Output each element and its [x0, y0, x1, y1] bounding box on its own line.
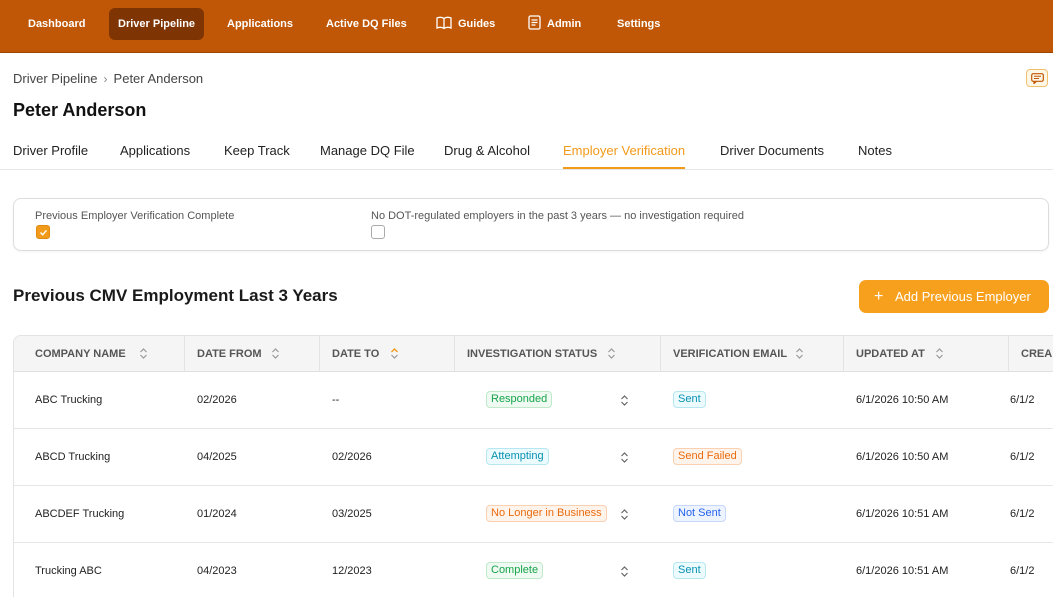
nav-driver-pipeline[interactable]: Driver Pipeline [109, 8, 205, 40]
column-label: INVESTIGATION STATUS [467, 348, 598, 360]
cell-date-from: 04/2023 [197, 565, 237, 577]
tab-manage-dq-file[interactable]: Manage DQ File [320, 143, 415, 169]
status-select-icon[interactable] [620, 508, 629, 521]
no-dot-employers-checkbox[interactable] [371, 225, 385, 239]
column-label: DATE FROM [197, 348, 262, 360]
sort-icon[interactable] [607, 347, 616, 360]
nav-admin[interactable]: Admin [528, 8, 581, 40]
breadcrumb-separator: › [103, 72, 108, 86]
column-updated-at[interactable]: UPDATED AT [844, 336, 1009, 372]
nav-settings[interactable]: Settings [617, 8, 660, 40]
cell-updated-at: 6/1/2026 10:51 AM [856, 508, 949, 520]
tab-keep-track[interactable]: Keep Track [224, 143, 290, 169]
column-company-name[interactable]: COMPANY NAME [14, 336, 185, 372]
sort-icon[interactable] [795, 347, 804, 360]
column-verification-email[interactable]: VERIFICATION EMAIL [661, 336, 844, 372]
cell-updated-at: 6/1/2026 10:51 AM [856, 565, 949, 577]
cell-date-to: -- [332, 394, 340, 406]
email-badge: Send Failed [673, 448, 742, 465]
cell-created-at: 6/1/2 [1010, 451, 1035, 463]
cell-date-to: 03/2025 [332, 508, 372, 520]
cell-updated-at: 6/1/2026 10:50 AM [856, 394, 949, 406]
status-badge: Attempting [486, 448, 549, 465]
tab-driver-documents[interactable]: Driver Documents [720, 143, 824, 169]
table-row[interactable]: Trucking ABC 04/2023 12/2023 Complete Se… [14, 543, 1053, 597]
book-icon [436, 16, 452, 30]
breadcrumb: Driver Pipeline › Peter Anderson [13, 71, 203, 86]
tab-notes[interactable]: Notes [858, 143, 892, 169]
sort-icon[interactable] [935, 347, 944, 360]
sort-icon[interactable] [271, 347, 280, 360]
tab-drug-alcohol[interactable]: Drug & Alcohol [444, 143, 530, 169]
nav-guides[interactable]: Guides [436, 8, 495, 40]
column-created-at[interactable]: CREA [1009, 336, 1053, 372]
status-select-icon[interactable] [620, 451, 629, 464]
cell-date-to: 02/2026 [332, 451, 372, 463]
document-icon [528, 15, 541, 30]
tab-applications[interactable]: Applications [120, 143, 190, 169]
cell-updated-at: 6/1/2026 10:50 AM [856, 451, 949, 463]
messages-button[interactable] [1026, 69, 1048, 87]
status-badge: Complete [486, 562, 544, 579]
column-label: UPDATED AT [856, 348, 925, 360]
add-previous-employer-button[interactable]: + Add Previous Employer [859, 280, 1049, 313]
cell-date-from: 04/2025 [197, 451, 237, 463]
add-previous-employer-label: Add Previous Employer [895, 289, 1031, 304]
nav-admin-label: Admin [547, 18, 582, 30]
tabs-divider [0, 169, 1053, 170]
employment-table: COMPANY NAME DATE FROM DATE TO INVESTIGA… [13, 335, 1053, 597]
email-badge: Sent [673, 562, 706, 579]
nav-applications[interactable]: Applications [227, 8, 293, 40]
verification-complete-checkbox[interactable] [36, 225, 50, 239]
breadcrumb-current: Peter Anderson [113, 71, 204, 86]
column-label: VERIFICATION EMAIL [673, 348, 788, 360]
column-investigation-status[interactable]: INVESTIGATION STATUS [455, 336, 661, 372]
tab-driver-profile[interactable]: Driver Profile [13, 143, 88, 169]
cell-date-from: 01/2024 [197, 508, 237, 520]
nav-guides-label: Guides [458, 18, 496, 30]
chat-icon [1031, 73, 1044, 84]
cell-company: ABCDEF Trucking [35, 508, 125, 520]
top-nav: Dashboard Driver Pipeline Applications A… [0, 0, 1053, 53]
status-badge: No Longer in Business [486, 505, 607, 522]
table-row[interactable]: ABCDEF Trucking 01/2024 03/2025 No Longe… [14, 486, 1053, 543]
no-dot-employers-label: No DOT-regulated employers in the past 3… [371, 210, 744, 222]
sort-icon[interactable] [390, 347, 399, 360]
email-badge: Not Sent [673, 505, 726, 522]
column-date-from[interactable]: DATE FROM [185, 336, 320, 372]
cell-date-to: 12/2023 [332, 565, 372, 577]
cell-created-at: 6/1/2 [1010, 508, 1035, 520]
column-date-to[interactable]: DATE TO [320, 336, 455, 372]
column-label: DATE TO [332, 348, 380, 360]
status-badge: Responded [486, 391, 553, 408]
verification-complete-label: Previous Employer Verification Complete [35, 210, 235, 222]
tab-employer-verification[interactable]: Employer Verification [563, 143, 686, 169]
check-icon [40, 229, 48, 236]
verification-card: Previous Employer Verification Complete … [13, 198, 1049, 251]
cell-date-from: 02/2026 [197, 394, 237, 406]
section-title: Previous CMV Employment Last 3 Years [13, 286, 338, 305]
status-select-icon[interactable] [620, 565, 629, 578]
status-select-icon[interactable] [620, 394, 629, 407]
nav-active-dq-files[interactable]: Active DQ Files [326, 8, 407, 40]
cell-created-at: 6/1/2 [1010, 394, 1035, 406]
email-badge: Sent [673, 391, 706, 408]
breadcrumb-parent[interactable]: Driver Pipeline [13, 71, 98, 86]
column-label: COMPANY NAME [35, 348, 126, 360]
table-row[interactable]: ABCD Trucking 04/2025 02/2026 Attempting… [14, 429, 1053, 486]
cell-company: ABCD Trucking [35, 451, 111, 463]
table-row[interactable]: ABC Trucking 02/2026 -- Responded Sent 6… [14, 372, 1053, 429]
table-header: COMPANY NAME DATE FROM DATE TO INVESTIGA… [14, 336, 1053, 372]
column-label: CREA [1021, 348, 1053, 360]
cell-company: ABC Trucking [35, 394, 103, 406]
cell-company: Trucking ABC [35, 565, 102, 577]
cell-created-at: 6/1/2 [1010, 565, 1035, 577]
page-title: Peter Anderson [13, 100, 147, 120]
nav-dashboard[interactable]: Dashboard [28, 8, 85, 40]
plus-icon: + [874, 288, 884, 305]
sort-icon[interactable] [139, 347, 148, 360]
